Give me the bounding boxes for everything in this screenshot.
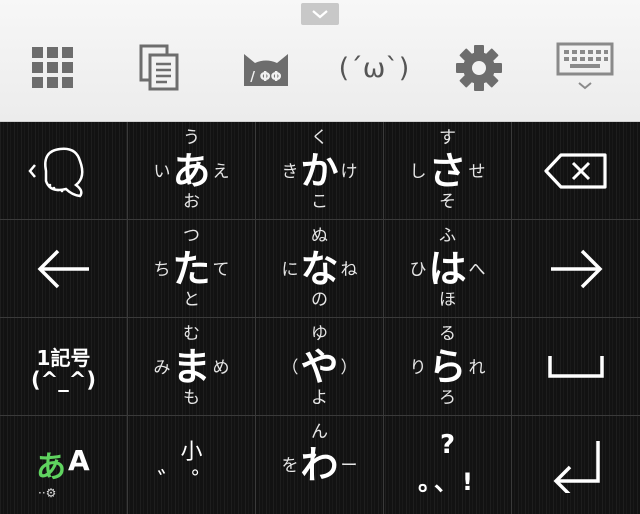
enter-return-icon [553, 441, 600, 493]
grid-icon [32, 47, 73, 88]
input-mode-key[interactable]: あ A ··⚙ [0, 416, 128, 514]
flick-down: ほ [439, 290, 456, 310]
clipboard-button[interactable] [124, 40, 194, 96]
symbol-key[interactable]: 1記号 (^_^) [0, 318, 128, 416]
kana-key-ya[interactable]: ゆ （ や ） よ [256, 318, 384, 416]
flick-right: ー [340, 456, 358, 476]
undo-bubble-icon [27, 147, 83, 197]
flick-down: も [183, 388, 200, 408]
flick-up: ふ [439, 226, 456, 246]
settings-hint-icon: ··⚙ [38, 486, 57, 500]
flick-right: せ [468, 162, 486, 182]
gear-icon [456, 45, 502, 91]
flick-up: ゆ [311, 324, 328, 344]
kana-key-ta[interactable]: つ ち た て と [128, 220, 256, 318]
grid-menu-button[interactable] [18, 40, 88, 96]
flick-right: め [212, 358, 230, 378]
collapse-keyboard-button[interactable] [301, 3, 339, 25]
chevron-down-icon [312, 10, 328, 19]
flick-right: へ [468, 260, 486, 280]
flick-up: ん [311, 422, 328, 442]
kana-key-ka[interactable]: く き か け こ [256, 122, 384, 220]
flick-down: こ [311, 192, 328, 212]
kana-key-ra[interactable]: る り ら れ ろ [384, 318, 512, 416]
flick-down: と [183, 290, 200, 310]
kana-mode-label: あ [36, 450, 66, 485]
space-key[interactable] [512, 318, 640, 416]
flick-up: う [183, 128, 200, 148]
flick-down: の [311, 290, 328, 310]
flick-up: す [439, 128, 456, 148]
flick-up: ぬ [311, 226, 328, 246]
kana-key-ma[interactable]: む み ま め も [128, 318, 256, 416]
kana-key-na[interactable]: ぬ に な ね の [256, 220, 384, 318]
flick-down: お [183, 192, 200, 212]
question-mark-label: ? [439, 430, 456, 460]
symbol-key-label: 1記号 [36, 346, 91, 370]
punctuation-key[interactable]: ? 。、! [384, 416, 512, 514]
flick-right: け [340, 162, 358, 182]
flick-right: れ [468, 358, 486, 378]
space-icon [548, 355, 604, 378]
flick-right: ） [340, 358, 358, 378]
flick-right: て [212, 260, 230, 280]
kana-key-ha[interactable]: ふ ひ は へ ほ [384, 220, 512, 318]
backspace-key[interactable] [512, 122, 640, 220]
clipboard-icon [139, 44, 179, 91]
dakuten-label: ゛゜ [157, 468, 226, 498]
cat-face-icon: / ΦΦ [244, 54, 288, 86]
flick-up: く [311, 128, 328, 148]
enter-key[interactable] [512, 416, 640, 514]
svg-text:/ ΦΦ: / ΦΦ [250, 70, 281, 85]
small-dakuten-key[interactable]: 小 ゛゜ [128, 416, 256, 514]
keyboard-icon [556, 42, 614, 90]
arrow-left-icon [37, 249, 89, 288]
flick-up: む [183, 324, 200, 344]
flick-right: え [212, 162, 230, 182]
undo-key[interactable] [0, 122, 128, 220]
flick-down: ろ [439, 388, 456, 408]
toolbar: / ΦΦ (´ω`) [0, 0, 640, 122]
kana-key-sa[interactable]: す し さ せ そ [384, 122, 512, 220]
keyboard-switch-button[interactable] [550, 40, 620, 96]
kaomoji-label: (´ω`) [338, 52, 410, 84]
kana-key-wa[interactable]: ん を わ ー [256, 416, 384, 514]
settings-button[interactable] [444, 40, 514, 96]
flick-down: よ [311, 388, 328, 408]
kaomoji-button[interactable]: (´ω`) [330, 40, 418, 96]
flick-up: る [439, 324, 456, 344]
alpha-mode-label: A [68, 444, 90, 477]
cursor-right-key[interactable] [512, 220, 640, 318]
keyboard: う い あ え お く き か け こ す し さ せ そ つ ち た て と … [0, 122, 640, 514]
backspace-icon [544, 152, 607, 189]
flick-down: そ [439, 192, 456, 212]
punctuation-label: 。、! [418, 468, 477, 496]
kana-key-a[interactable]: う い あ え お [128, 122, 256, 220]
flick-right: ね [340, 260, 358, 280]
kaomoji-key-label: (^_^) [31, 368, 96, 392]
cursor-left-key[interactable] [0, 220, 128, 318]
arrow-right-icon [551, 249, 603, 288]
flick-up: つ [183, 226, 200, 246]
emoji-cat-button[interactable]: / ΦΦ [231, 40, 301, 96]
